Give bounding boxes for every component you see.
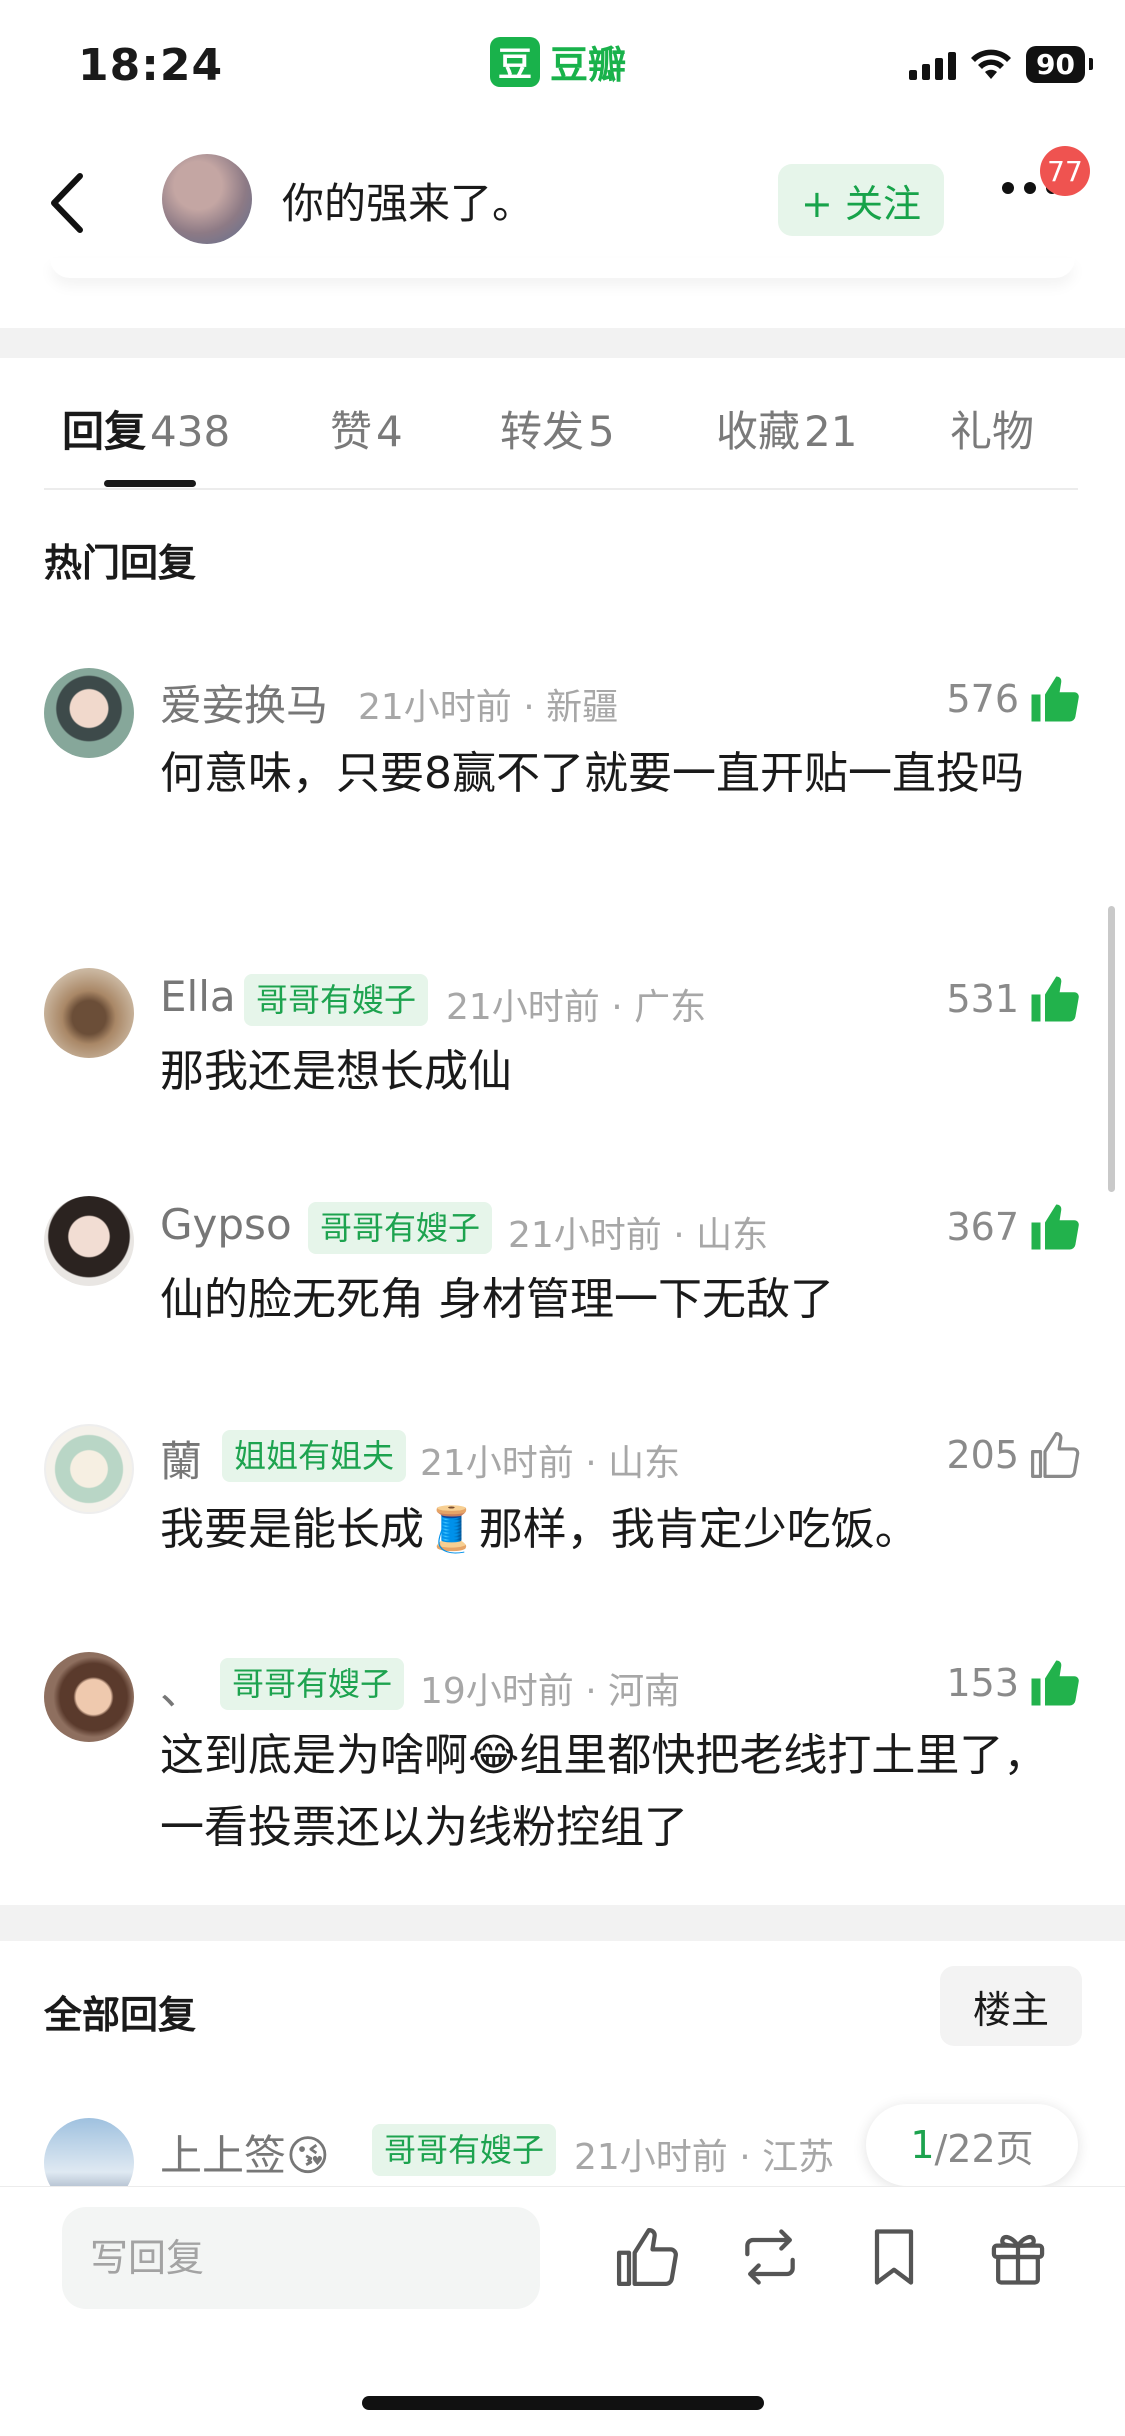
follow-button[interactable]: + 关注 (778, 164, 944, 236)
cellular-signal-icon (909, 50, 957, 80)
owner-only-filter-button[interactable]: 楼主 (940, 1966, 1082, 2046)
hot-replies-title: 热门回复 (44, 541, 197, 585)
thumbs-up-icon (1031, 676, 1079, 722)
comment-text: 我要是能长成🧵那样，我肯定少吃饭。 (160, 1504, 919, 1555)
tab-label: 礼物 (950, 407, 1035, 456)
avatar[interactable] (44, 1196, 134, 1286)
tab-label: 回复 (62, 407, 147, 456)
author-avatar[interactable] (162, 154, 252, 244)
tab-label: 转发 (500, 407, 585, 456)
like-count: 531 (946, 977, 1019, 1021)
douban-logo-icon: 豆 (490, 36, 540, 87)
notification-badge: 77 (1040, 146, 1090, 196)
thumbs-up-icon (1031, 1660, 1079, 1706)
like-button[interactable]: 531 (946, 972, 1081, 1026)
tab-replies[interactable]: 回复438 (62, 398, 230, 459)
comment-author[interactable]: Ella (160, 972, 236, 1021)
comment-author[interactable]: Gypso (160, 1200, 292, 1249)
active-tab-indicator (104, 480, 196, 487)
tab-collections[interactable]: 收藏21 (716, 398, 857, 459)
comment-author[interactable]: 上上签😘 (160, 2122, 330, 2183)
fan-tag-badge: 哥哥有嫂子 (308, 1202, 493, 1254)
back-icon[interactable] (40, 168, 96, 238)
tab-reposts[interactable]: 转发5 (500, 398, 615, 459)
avatar[interactable] (44, 668, 134, 758)
comment-meta: 21小时前 · 江苏 (574, 2137, 835, 2178)
comment-text: 那我还是想长成仙 (160, 1046, 512, 1097)
comment-meta: 21小时前 · 山东 (420, 1443, 681, 1484)
avatar[interactable] (44, 1652, 134, 1742)
fan-tag-badge: 姐姐有姐夫 (222, 1430, 407, 1482)
tab-count: 21 (804, 407, 858, 456)
all-replies-title: 全部回复 (44, 1993, 197, 2037)
like-count: 576 (946, 677, 1019, 721)
tab-gifts[interactable]: 礼物 (950, 398, 1034, 459)
tab-bar: 回复438 赞4 转发5 收藏21 礼物 (0, 358, 1125, 490)
status-bar: 18:24 豆 豆瓣 90 (0, 0, 1125, 130)
comment-meta: 21小时前 · 山东 (508, 1215, 769, 1256)
avatar[interactable] (44, 1424, 134, 1514)
like-count: 205 (946, 1433, 1019, 1477)
fan-tag-badge: 哥哥有嫂子 (244, 974, 429, 1026)
like-count: 153 (946, 1661, 1019, 1705)
tab-label: 赞 (330, 407, 373, 456)
comment-text: 何意味，只要8赢不了就要一直开贴一直投吗 (160, 748, 1024, 799)
bookmark-icon[interactable] (860, 2223, 928, 2291)
tabs-divider (44, 488, 1078, 490)
like-button[interactable]: 153 (946, 1656, 1081, 1710)
thumbs-up-icon (1031, 976, 1079, 1022)
tab-likes[interactable]: 赞4 (330, 398, 403, 459)
page-indicator[interactable]: 1/22页 (866, 2104, 1078, 2186)
battery-indicator: 90 (1026, 46, 1093, 83)
brand: 豆 豆瓣 (490, 34, 626, 89)
post-header: 你的强来了。 + 关注 77 (0, 140, 1125, 270)
gift-icon[interactable] (984, 2223, 1052, 2291)
tab-count: 4 (376, 407, 403, 456)
like-button[interactable]: 576 (946, 672, 1081, 726)
thumbs-up-outline-icon (1031, 1432, 1080, 1478)
current-page: 1 (910, 2123, 935, 2167)
total-pages: /22页 (934, 2126, 1034, 2171)
like-count: 367 (946, 1205, 1019, 1249)
comment-meta: 21小时前 · 广东 (446, 987, 707, 1028)
status-time: 18:24 (78, 40, 224, 91)
comment-author[interactable]: 爱妾换马 (160, 672, 328, 733)
section-divider (0, 1905, 1125, 1941)
comment-author[interactable]: 蘭 (160, 1428, 202, 1489)
fan-tag-badge: 哥哥有嫂子 (372, 2124, 557, 2176)
tab-count: 5 (588, 407, 615, 456)
fan-tag-badge: 哥哥有嫂子 (220, 1658, 405, 1710)
avatar[interactable] (44, 968, 134, 1058)
comment-author[interactable]: 、 (160, 1656, 202, 1717)
header-shadow (50, 258, 1075, 278)
comment-text: 仙的脸无死角 身材管理一下无敌了 (160, 1274, 834, 1325)
reply-input[interactable] (62, 2207, 540, 2309)
author-name[interactable]: 你的强来了。 (282, 170, 534, 231)
repost-icon[interactable] (736, 2223, 804, 2291)
wifi-icon (971, 49, 1012, 79)
brand-name: 豆瓣 (550, 43, 627, 87)
avatar[interactable] (44, 2118, 134, 2186)
comment-text: 这到底是为啥啊😂组里都快把老线打土里了，一看投票还以为线粉控组了 (160, 1730, 1048, 1853)
tab-label: 收藏 (716, 407, 801, 456)
section-divider (0, 328, 1125, 358)
thumbs-up-icon[interactable] (612, 2223, 680, 2291)
system-icons: 90 (909, 46, 1093, 83)
like-button[interactable]: 205 (946, 1428, 1081, 1482)
scrollbar[interactable] (1108, 906, 1115, 1192)
like-button[interactable]: 367 (946, 1200, 1081, 1254)
thumbs-up-icon (1031, 1204, 1079, 1250)
comment-meta: 19小时前 · 河南 (420, 1671, 681, 1712)
home-indicator (362, 2396, 764, 2410)
comment-meta: 21小时前 · 新疆 (358, 687, 619, 728)
tab-count: 438 (150, 407, 231, 456)
